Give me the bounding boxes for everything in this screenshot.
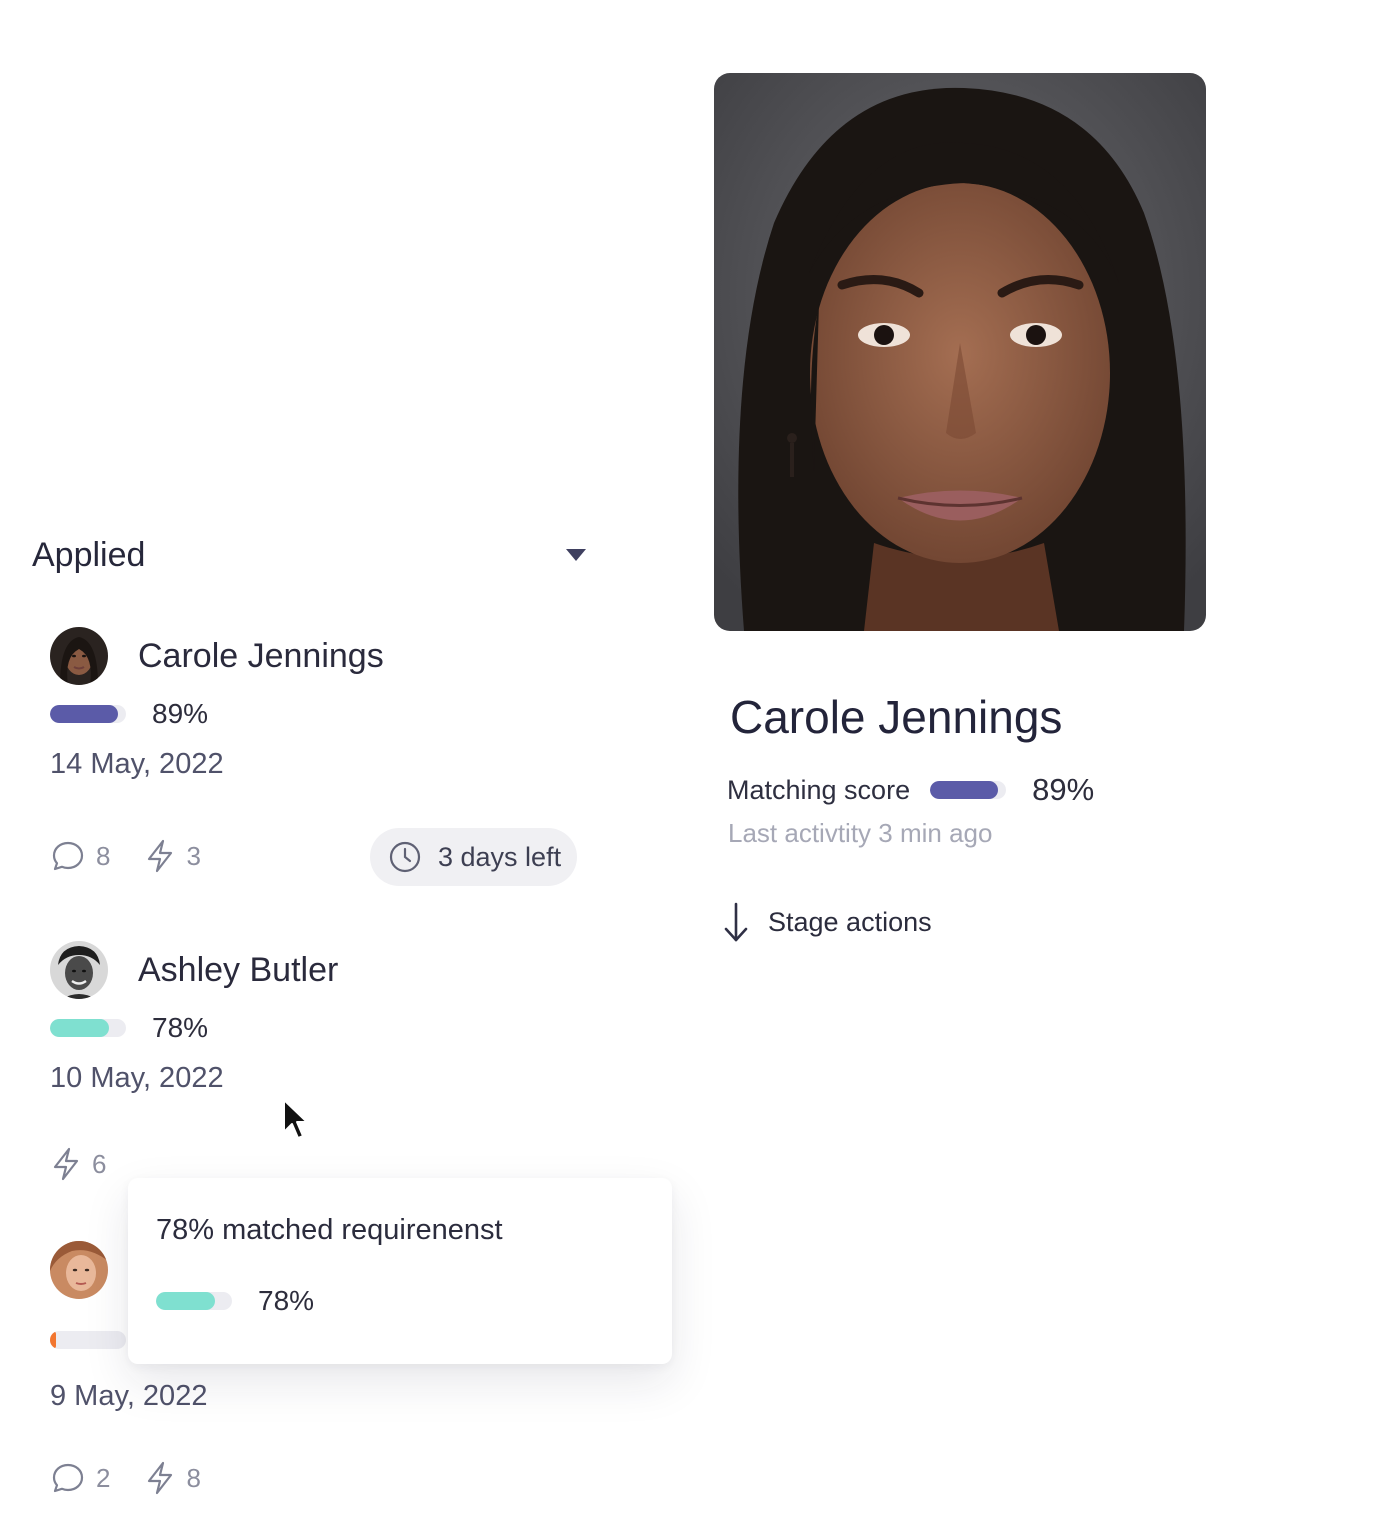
avatar	[50, 1241, 108, 1299]
tooltip-score-bar	[156, 1292, 232, 1310]
candidate-card[interactable]: Carole Jennings 89% 14 May, 2022 8 3 3 d…	[50, 626, 590, 886]
actions-value: 3	[186, 840, 201, 871]
lightning-icon	[53, 1147, 79, 1181]
comments-value: 8	[96, 840, 111, 871]
last-activity: Last activtity 3 min ago	[728, 818, 993, 848]
actions-count[interactable]: 6	[50, 1146, 106, 1182]
clock-icon	[389, 841, 421, 873]
comment-icon	[52, 841, 84, 871]
stage-actions-label: Stage actions	[768, 906, 932, 937]
matching-score-bar-fill	[930, 781, 998, 799]
actions-value: 8	[186, 1462, 201, 1493]
lightning-icon	[148, 839, 173, 873]
stage-dropdown[interactable]: Applied	[32, 530, 592, 580]
score-bar[interactable]	[50, 705, 126, 723]
actions-count[interactable]: 3	[144, 838, 201, 874]
candidate-name[interactable]: Carole Jennings	[138, 637, 384, 676]
matching-score-value: 89%	[1032, 772, 1095, 807]
avatar	[50, 627, 108, 685]
score-row[interactable]: 89%	[50, 694, 590, 734]
applied-date: 10 May, 2022	[50, 1062, 224, 1094]
deadline-badge: 3 days left	[370, 828, 578, 886]
score-bar[interactable]	[50, 1331, 126, 1349]
matching-score-bar	[930, 781, 1007, 799]
score-value: 78%	[152, 1012, 209, 1043]
tooltip-title: 78% matched requirenenst	[156, 1214, 503, 1246]
score-row[interactable]: 78%	[50, 1008, 590, 1048]
arrow-down-icon	[724, 902, 748, 942]
score-bar[interactable]	[50, 1019, 126, 1037]
score-bar-fill	[50, 1331, 57, 1349]
comments-count[interactable]: 8	[50, 838, 110, 874]
avatar	[50, 941, 108, 999]
tooltip-score-value: 78%	[258, 1285, 315, 1316]
stage-actions-button[interactable]: Stage actions	[722, 900, 932, 944]
match-tooltip: 78% matched requirenenst 78%	[128, 1178, 672, 1364]
applied-date: 9 May, 2022	[50, 1380, 208, 1412]
score-value: 89%	[152, 698, 209, 729]
actions-value: 6	[92, 1148, 107, 1179]
detail-candidate-name: Carole Jennings	[730, 691, 1063, 743]
candidate-card[interactable]: Ashley Butler 78% 10 May, 2022 6	[50, 940, 590, 1192]
candidate-name[interactable]: Ashley Butler	[138, 951, 338, 990]
stage-title: Applied	[32, 535, 146, 574]
comments-count[interactable]: 2	[50, 1460, 110, 1496]
score-bar-fill	[50, 1019, 110, 1037]
lightning-icon	[148, 1461, 173, 1495]
comment-icon	[52, 1463, 84, 1493]
score-bar-fill	[50, 705, 118, 723]
matching-score-label: Matching score	[727, 774, 911, 805]
tooltip-score-bar-fill	[156, 1292, 216, 1310]
deadline-text: 3 days left	[438, 841, 562, 872]
caret-down-icon[interactable]	[566, 549, 586, 561]
candidate-photo	[714, 73, 1206, 631]
actions-count[interactable]: 8	[144, 1460, 201, 1496]
mouse-cursor-icon	[283, 1099, 308, 1139]
matching-score: Matching score 89%	[727, 770, 1094, 810]
applied-date: 14 May, 2022	[50, 748, 224, 780]
comments-value: 2	[96, 1462, 111, 1493]
